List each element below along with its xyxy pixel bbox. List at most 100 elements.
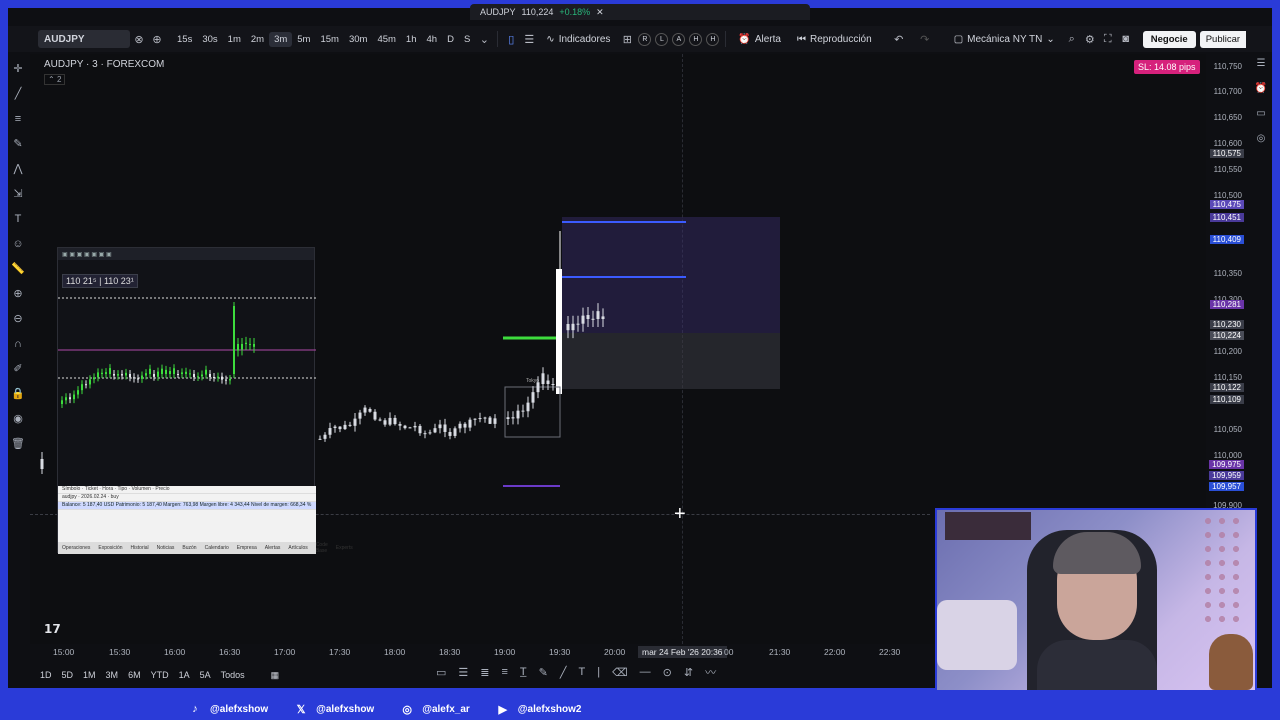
candle-body (117, 374, 119, 376)
fib-icon[interactable]: ≡ (15, 110, 21, 129)
redo-icon[interactable]: ↷ (916, 30, 934, 48)
settings-icon[interactable]: ⚙ (1081, 30, 1099, 48)
timeframe-45m[interactable]: 45m (372, 32, 400, 47)
search-icon[interactable]: ⌕ (1063, 30, 1081, 48)
candle-type-icon[interactable]: ▯ (502, 30, 520, 48)
template-shortcut-0[interactable]: R (638, 32, 652, 46)
time-tick: 19:30 (549, 647, 571, 657)
compare-icon[interactable]: ⊗ (130, 30, 148, 48)
pen-icon[interactable]: ✎ (539, 666, 548, 679)
bar-type-icon[interactable]: ☰ (520, 30, 538, 48)
templates-icon[interactable]: ⊞ (618, 30, 636, 48)
crosshair-icon[interactable]: ✛ (13, 60, 22, 79)
indicators-button[interactable]: ∿ Indicadores (538, 34, 618, 45)
publish-button[interactable]: Publicar (1199, 30, 1247, 48)
trade-button[interactable]: Negocie (1142, 30, 1196, 48)
eye-icon[interactable]: ◉ (13, 410, 23, 429)
ideas-icon[interactable]: ◎ (1257, 133, 1266, 144)
indicator-collapse[interactable]: ⌃ 2 (44, 74, 66, 85)
candle-body (73, 394, 75, 400)
price-axis[interactable]: 110,750 110,700 110,650 110,600 110,550 110,5… (1206, 54, 1244, 510)
text-tool-icon[interactable]: T̲ (520, 666, 527, 678)
pitchfork-icon[interactable]: ≣ (480, 666, 489, 679)
range-5a[interactable]: 5A (200, 670, 211, 680)
timeframe-30s[interactable]: 30s (197, 32, 222, 47)
timeframe-1m[interactable]: 1m (223, 32, 246, 47)
timeframe-S[interactable]: S (459, 32, 475, 47)
text-icon[interactable]: T (15, 210, 22, 229)
timeframe-5m[interactable]: 5m (292, 32, 315, 47)
line-icon[interactable]: ╱ (560, 666, 567, 679)
template-shortcut-1[interactable]: L (655, 32, 669, 46)
magnet-icon[interactable]: ∩ (14, 335, 22, 354)
eraser-icon[interactable]: ⌫ (612, 666, 628, 679)
layout-selector[interactable]: ▢ Mecánica NY TN ⌄ (946, 34, 1063, 45)
trash-icon[interactable]: 🗑 (11, 435, 25, 454)
timeframe-4h[interactable]: 4h (422, 32, 443, 47)
timeframe-dropdown-icon[interactable]: ⌄ (475, 30, 493, 48)
pencil-lock-icon[interactable]: ✐ (13, 360, 22, 379)
alert-button[interactable]: ⏰ Alerta (730, 34, 789, 45)
timeframe-30m[interactable]: 30m (344, 32, 372, 47)
timeframe-2m[interactable]: 2m (246, 32, 269, 47)
range-1a[interactable]: 1A (179, 670, 190, 680)
brush-icon[interactable]: ✎ (13, 135, 22, 154)
symbol-search[interactable]: AUDJPY (38, 30, 130, 48)
tab-close-icon[interactable]: ✕ (596, 7, 604, 18)
template-shortcut-4[interactable]: H (706, 32, 720, 46)
camera-icon[interactable]: ◙ (1117, 30, 1135, 48)
timeframe-1h[interactable]: 1h (401, 32, 422, 47)
emoji-icon[interactable]: ☺ (12, 235, 23, 254)
trendline-icon[interactable]: ╱ (15, 85, 22, 104)
ruler-icon[interactable]: 📏 (11, 260, 25, 279)
replay-button[interactable]: ⏮ Reproducción (789, 34, 880, 45)
range-1d[interactable]: 1D (40, 670, 52, 680)
timeframe-15s[interactable]: 15s (172, 32, 197, 47)
social-link[interactable]: ◎ @alefx_ar (400, 702, 469, 716)
position-stop-zone[interactable] (562, 333, 780, 389)
timeframe-3m[interactable]: 3m (269, 31, 293, 47)
layout-icon: ▢ (953, 33, 964, 45)
social-link[interactable]: 𝕏 @alefxshow (294, 702, 375, 716)
path-icon[interactable]: 〰 (705, 664, 716, 680)
calendar-icon[interactable]: ▦ (271, 670, 280, 681)
channel-icon[interactable]: ≡ (502, 666, 508, 678)
browser-tab[interactable]: AUDJPY 110,224 +0.18% ✕ (470, 4, 810, 20)
range-1m[interactable]: 1M (83, 670, 96, 680)
range-todos[interactable]: Todos (221, 670, 245, 680)
template-shortcut-3[interactable]: H (689, 32, 703, 46)
timeframe-D[interactable]: D (442, 32, 459, 47)
range-ytd[interactable]: YTD (151, 670, 169, 680)
alerts-icon[interactable]: ⏰ (1255, 83, 1267, 94)
vertical-line-icon[interactable]: | (597, 666, 600, 678)
range-3m[interactable]: 3M (106, 670, 119, 680)
watchlist-icon[interactable]: ☰ (1257, 58, 1266, 69)
social-link[interactable]: ♪ @alefxshow (188, 702, 268, 716)
horizontal-line-icon[interactable]: ― (640, 666, 651, 678)
tradingview-logo: 𝟭𝟳 (44, 622, 61, 636)
rectangle-icon[interactable]: ▭ (436, 666, 446, 679)
pattern-icon[interactable]: ⋀ (13, 160, 22, 179)
undo-icon[interactable]: ↶ (890, 30, 908, 48)
range-6m[interactable]: 6M (128, 670, 141, 680)
fullscreen-icon[interactable]: ⛶ (1099, 30, 1117, 48)
template-shortcut-2[interactable]: A (672, 32, 686, 46)
timeframe-15m[interactable]: 15m (315, 32, 343, 47)
position-target-zone[interactable] (562, 217, 780, 333)
social-link[interactable]: ▶ @alefxshow2 (496, 702, 582, 716)
webcam-overlay (935, 508, 1257, 692)
chat-icon[interactable]: ▭ (1256, 108, 1265, 119)
zoom-out-icon[interactable]: ⊖ (13, 310, 22, 329)
measure-icon[interactable]: ⇲ (13, 185, 22, 204)
circle-icon[interactable]: ⊙ (663, 666, 672, 679)
long-position-icon[interactable]: ⇵ (684, 666, 693, 679)
fib-retracement-icon[interactable]: ☰ (458, 666, 468, 679)
range-5d[interactable]: 5D (62, 670, 74, 680)
candle-body (333, 426, 337, 429)
time-axis[interactable]: 15:00 15:30 16:00 16:30 17:00 17:30 18:00 18:30… (30, 646, 930, 660)
zoom-in-icon[interactable]: ⊕ (13, 285, 22, 304)
type-icon[interactable]: T (579, 666, 586, 678)
add-symbol-icon[interactable]: ⊕ (148, 30, 166, 48)
mouse-cursor-icon: + (674, 503, 686, 525)
lock-icon[interactable]: 🔒 (11, 385, 25, 404)
